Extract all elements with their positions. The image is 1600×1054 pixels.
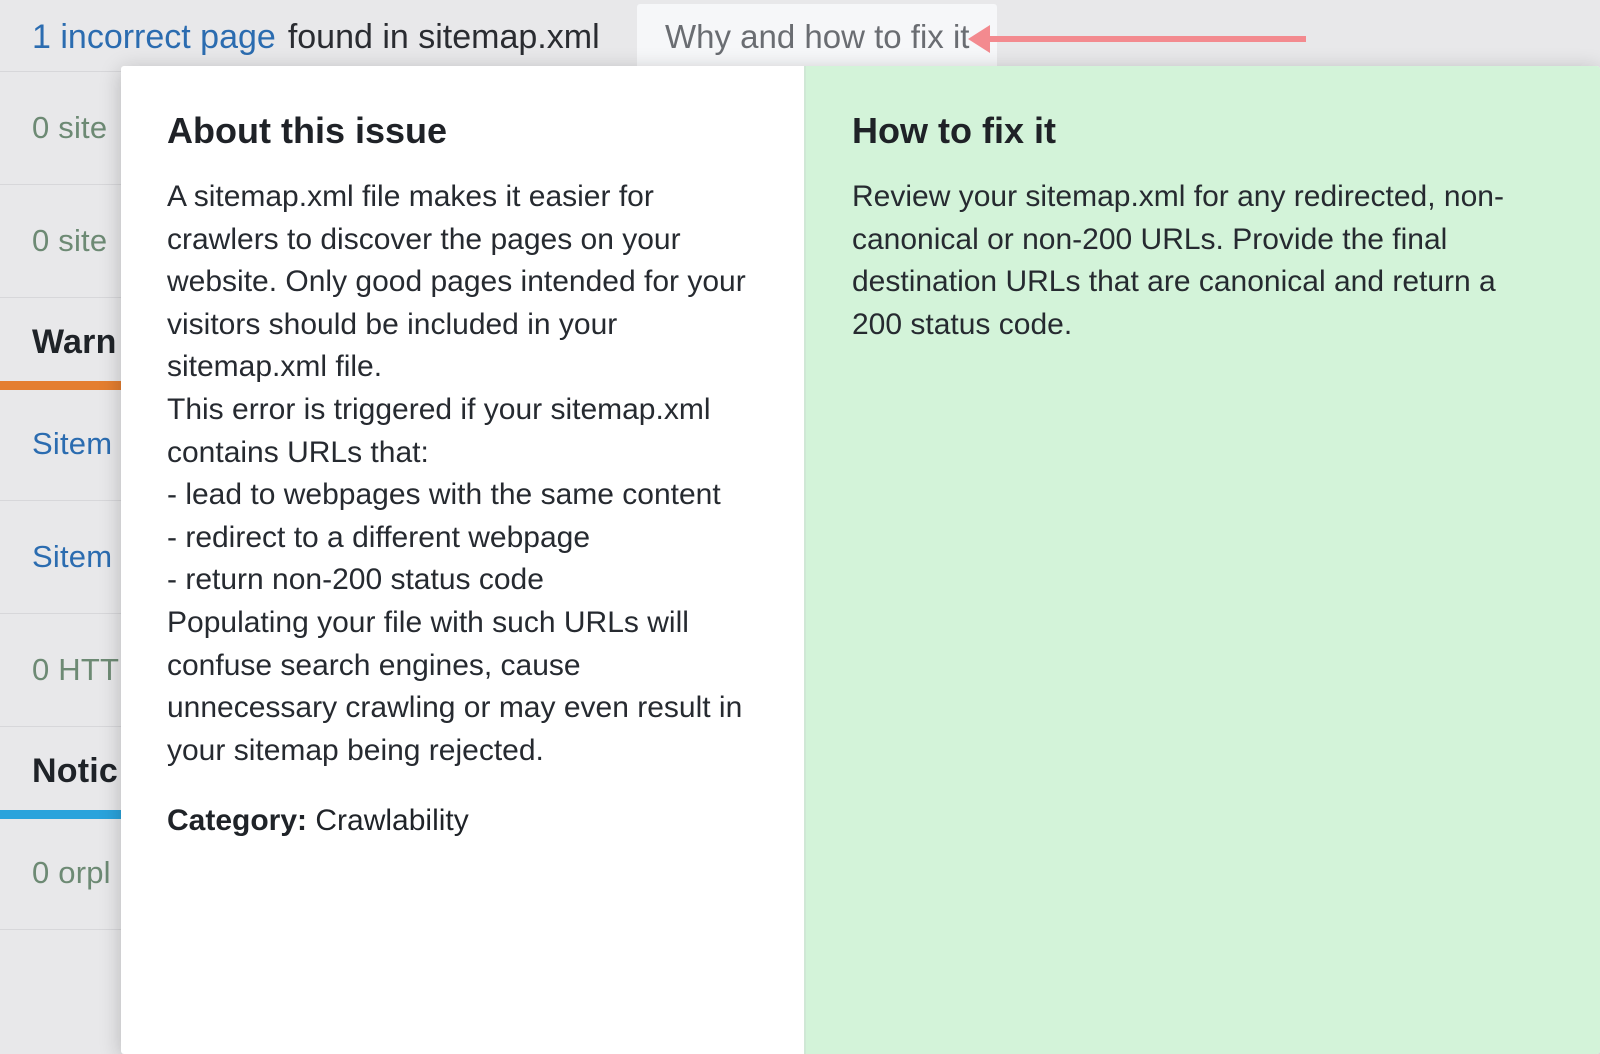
category-value: Crawlability [307,804,469,837]
annotation-arrow [988,36,1306,42]
fix-title: How to fix it [852,110,1554,152]
category-label: Category: [167,804,307,837]
about-body: A sitemap.xml file makes it easier for c… [167,176,758,772]
fix-body: Review your sitemap.xml for any redirect… [852,176,1554,346]
issue-summary-row: 1 incorrect page found in sitemap.xml [32,18,600,57]
row-text: 0 orpl [32,855,111,891]
issue-count-link[interactable]: 1 incorrect page [32,18,276,57]
row-text: 0 site [32,110,107,146]
about-panel: About this issue A sitemap.xml file make… [121,66,806,1054]
fix-panel: How to fix it Review your sitemap.xml fo… [806,66,1600,1054]
row-text: 0 HTT [32,652,119,688]
about-category: Category: Crawlability [167,804,758,838]
row-text: Sitem [32,426,112,462]
row-text: Sitem [32,539,112,575]
about-title: About this issue [167,110,758,152]
header-text: Notic [32,752,118,791]
issue-summary-text: found in sitemap.xml [288,18,600,57]
header-text: Warn [32,323,117,362]
issue-details-popover: About this issue A sitemap.xml file make… [121,66,1600,1054]
row-text: 0 site [32,223,107,259]
